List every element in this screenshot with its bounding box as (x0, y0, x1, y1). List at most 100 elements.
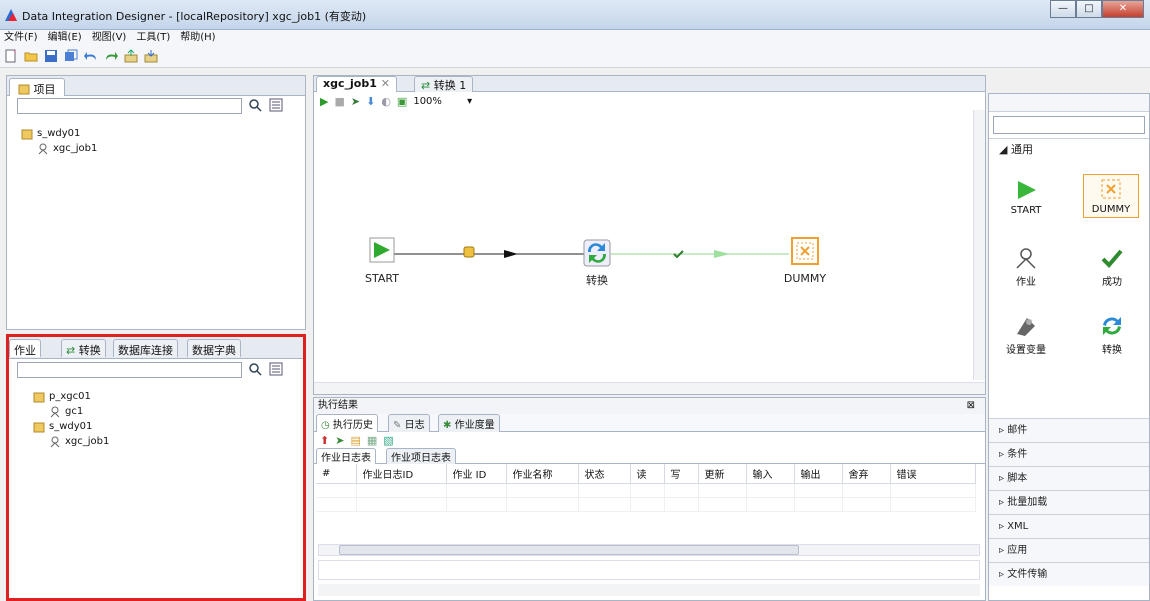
undo-icon[interactable] (84, 49, 98, 63)
tab-transforms[interactable]: ⇄ 转换 (61, 339, 106, 357)
project-icon (33, 391, 45, 403)
menu-edit[interactable]: 编辑(E) (48, 30, 82, 46)
tab-job-metrics[interactable]: ✱ 作业度量 (438, 414, 500, 432)
search-icon[interactable] (248, 98, 262, 115)
redo-icon[interactable] (104, 49, 118, 63)
tree-item-project[interactable]: p_xgc01 (33, 389, 109, 404)
repository-tree: p_xgc01 gc1 s_wdy01 xgc_job1 (33, 389, 109, 449)
tab-exec-history[interactable]: ◷ 执行历史 (316, 414, 378, 432)
palette-item-start[interactable]: START (1001, 178, 1051, 216)
column-header[interactable]: 更新 (698, 464, 747, 484)
tab-project[interactable]: 项目 (9, 78, 65, 96)
close-tab-icon[interactable]: ✕ (381, 77, 390, 90)
tree-item-job[interactable]: gc1 (33, 404, 109, 419)
palette-section-file-transfer[interactable]: ▹ 文件传输 (989, 562, 1149, 586)
palette-item-dummy[interactable]: DUMMY (1083, 174, 1139, 218)
export-log-icon[interactable]: ▧ (383, 434, 393, 447)
open-folder-icon[interactable] (24, 49, 38, 63)
title-bar: Data Integration Designer - [localReposi… (0, 0, 1150, 30)
tab-job-editor[interactable]: xgc_job1 ✕ (316, 76, 397, 92)
refresh-icon[interactable]: ⬆ (320, 434, 329, 447)
column-header[interactable]: 舍弃 (842, 464, 891, 484)
minimize-panel-icon[interactable]: ⊠ (967, 398, 975, 414)
preview-icon[interactable]: ◐ (381, 95, 391, 108)
column-header[interactable]: 输出 (794, 464, 843, 484)
maximize-button[interactable]: □ (1076, 0, 1102, 18)
column-header[interactable]: 作业 ID (446, 464, 507, 484)
filter-list-icon[interactable] (269, 362, 283, 379)
palette-search-input[interactable] (993, 116, 1145, 134)
dummy-icon (1101, 179, 1121, 199)
new-file-icon[interactable] (4, 49, 18, 63)
canvas-vertical-scrollbar[interactable] (973, 110, 985, 380)
results-panel: 执行结果 ⊠ ◷ 执行历史 ✎ 日志 ✱ 作业度量 ⬆ ➤ ▤ ▦ ▧ 作业日志… (313, 397, 986, 601)
tab-log[interactable]: ✎ 日志 (388, 414, 430, 432)
repository-search-input[interactable] (17, 362, 242, 378)
palette-section-general[interactable]: ◢ 通用 (989, 138, 1149, 160)
project-search-input[interactable] (17, 98, 242, 114)
tab-job-item-log-table[interactable]: 作业项日志表 (386, 448, 456, 464)
tab-job-log-table[interactable]: 作业日志表 (316, 448, 376, 464)
close-button[interactable]: ✕ (1102, 0, 1144, 18)
table-row (316, 483, 976, 498)
set-variable-icon (1017, 318, 1035, 336)
screenshot-icon[interactable]: ▣ (397, 95, 407, 108)
column-header[interactable]: # (316, 464, 357, 484)
canvas-horizontal-scrollbar[interactable] (314, 382, 985, 394)
repository-panel: 作业 ⇄ 转换 数据库连接 数据字典 p_xgc01 gc1 s_wdy01 x… (6, 336, 306, 601)
scrollbar-thumb[interactable] (339, 545, 799, 555)
column-header[interactable]: 状态 (578, 464, 631, 484)
tree-item-project[interactable]: s_wdy01 (21, 126, 97, 141)
search-icon[interactable] (248, 362, 262, 379)
menu-tools[interactable]: 工具(T) (136, 30, 170, 46)
tree-item-job[interactable]: xgc_job1 (33, 434, 109, 449)
tree-item-project[interactable]: s_wdy01 (33, 419, 109, 434)
run-icon[interactable]: ▶ (320, 95, 328, 108)
import-icon[interactable] (144, 49, 158, 63)
tab-db-connections[interactable]: 数据库连接 (113, 339, 178, 357)
palette-section-condition[interactable]: ▹ 条件 (989, 442, 1149, 466)
menu-file[interactable]: 文件(F) (4, 30, 38, 46)
palette-item-transform[interactable]: 转换 (1087, 314, 1137, 356)
tab-transform-editor[interactable]: ⇄ 转换 1 (414, 76, 474, 92)
save-as-icon[interactable] (64, 49, 78, 63)
job-canvas[interactable] (314, 110, 985, 380)
editor-toolbar: ▶ ■ ➤ ⬇ ◐ ▣ 100% ▾ (314, 92, 985, 110)
palette-item-success[interactable]: 成功 (1087, 246, 1137, 288)
column-header[interactable]: 写 (664, 464, 699, 484)
table-horizontal-scrollbar[interactable] (318, 544, 980, 556)
step-icon[interactable]: ➤ (351, 95, 360, 108)
palette-item-job[interactable]: 作业 (1001, 246, 1051, 288)
log-view-icon[interactable]: ▤ (350, 434, 360, 447)
node-transform-label: 转换 (586, 274, 608, 287)
debug-icon[interactable]: ⬇ (366, 95, 375, 108)
column-header[interactable]: 读 (630, 464, 665, 484)
minimize-button[interactable]: — (1050, 0, 1076, 18)
tree-item-job[interactable]: xgc_job1 (21, 141, 97, 156)
column-header[interactable]: 输入 (746, 464, 795, 484)
stop-icon[interactable]: ■ (334, 95, 344, 108)
history-icon: ◷ (321, 420, 330, 431)
column-header[interactable]: 错误 (890, 464, 976, 484)
palette-section-app[interactable]: ▹ 应用 (989, 538, 1149, 562)
window-title: Data Integration Designer - [localReposi… (22, 10, 367, 23)
column-header[interactable]: 作业日志ID (356, 464, 447, 484)
palette-section-script[interactable]: ▹ 脚本 (989, 466, 1149, 490)
tab-jobs[interactable]: 作业 (9, 339, 41, 357)
tab-data-dictionary[interactable]: 数据字典 (187, 339, 241, 357)
replay-icon[interactable]: ➤ (335, 434, 344, 447)
zoom-select[interactable]: 100% ▾ (413, 96, 483, 107)
palette-section-xml[interactable]: ▹ XML (989, 514, 1149, 538)
export-icon[interactable] (124, 49, 138, 63)
log-text-area[interactable] (318, 560, 980, 580)
menu-view[interactable]: 视图(V) (92, 30, 127, 46)
save-icon[interactable] (44, 49, 58, 63)
column-header[interactable]: 作业名称 (506, 464, 579, 484)
palette-item-set-variable[interactable]: 设置变量 (1001, 314, 1051, 356)
palette-section-bulk-load[interactable]: ▹ 批量加载 (989, 490, 1149, 514)
palette-section-mail[interactable]: ▹ 邮件 (989, 418, 1149, 442)
results-horizontal-scrollbar[interactable] (318, 584, 980, 596)
filter-list-icon[interactable] (269, 98, 283, 115)
clear-icon[interactable]: ▦ (367, 434, 377, 447)
menu-help[interactable]: 帮助(H) (180, 30, 215, 46)
